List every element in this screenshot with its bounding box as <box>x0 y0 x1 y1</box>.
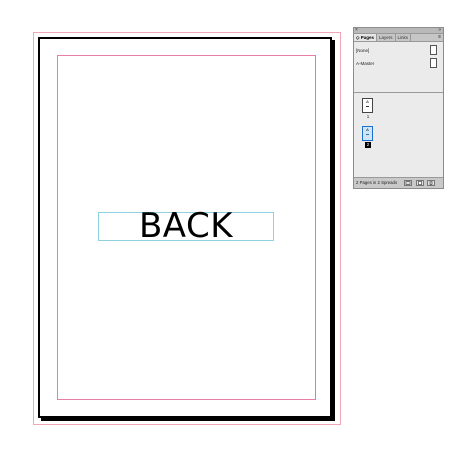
text-frame-content[interactable]: BACK <box>99 206 273 246</box>
trash-icon[interactable] <box>427 180 435 186</box>
page-master-prefix: A <box>366 127 369 132</box>
column-guide <box>315 55 316 400</box>
panel-tabs: ◇ Pages Layers Links ≡ <box>354 34 443 42</box>
master-item-none[interactable]: [None] <box>356 44 441 57</box>
page-number: 1 <box>366 114 370 119</box>
page-thumbnail[interactable]: A <box>362 126 373 141</box>
tab-layers[interactable]: Layers <box>377 34 396 41</box>
page-number: 2 <box>365 142 371 148</box>
tab-pages[interactable]: ◇ Pages <box>354 34 377 41</box>
master-item-a[interactable]: A-Master <box>356 57 441 70</box>
master-label: A-Master <box>356 61 375 66</box>
page-count-status: 2 Pages in 2 Spreads <box>356 180 398 185</box>
text-frame[interactable]: BACK <box>98 206 274 246</box>
master-thumbnail[interactable] <box>430 45 437 55</box>
close-icon[interactable]: × <box>355 27 358 33</box>
new-page-icon[interactable] <box>416 180 424 186</box>
panel-footer: 2 Pages in 2 Spreads <box>354 177 443 188</box>
page-preview-line <box>366 106 369 107</box>
page-size-icon[interactable] <box>404 180 412 186</box>
tab-links[interactable]: Links <box>396 34 412 41</box>
masters-section: [None] A-Master <box>354 42 443 93</box>
master-label: [None] <box>356 48 370 53</box>
page-master-prefix: A <box>366 99 369 104</box>
page-thumbnail[interactable]: A <box>362 98 373 113</box>
pages-section: A 1 A 2 <box>354 93 443 177</box>
master-thumbnail[interactable] <box>430 58 437 68</box>
panel-menu-icon[interactable]: ≡ <box>438 34 443 41</box>
pages-panel: × » ◇ Pages Layers Links ≡ [None] A-Mast… <box>353 27 444 189</box>
collapse-icon[interactable]: » <box>438 27 441 33</box>
page-preview-line <box>366 134 369 135</box>
